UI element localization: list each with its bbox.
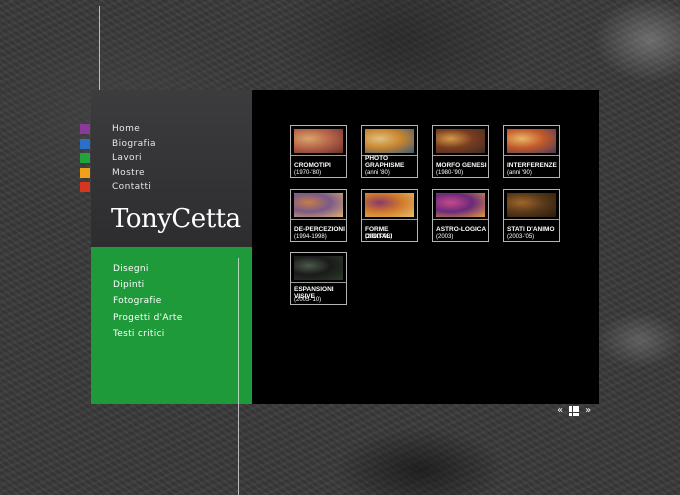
decorative-line: [238, 258, 239, 495]
thumb-title: MORFO GENESI: [436, 162, 487, 169]
previous-page-icon[interactable]: «: [557, 405, 563, 416]
site-logo[interactable]: TonyCetta: [111, 204, 241, 234]
nav-label: Mostre: [112, 167, 145, 178]
thumb-subtitle: (anni '90): [507, 170, 532, 176]
main-navigation: Home Biografia Lavori Mostre Contatti: [80, 122, 156, 195]
square-icon: [80, 182, 90, 193]
thumb-title: PHOTO GRAPHISME: [365, 155, 405, 169]
gallery-thumb-astro-logica[interactable]: ASTRO-LOGICA (2003): [432, 189, 489, 242]
nav-label: Biografia: [112, 138, 156, 149]
gallery-thumb-interferenze[interactable]: INTERFERENZE (anni '90): [503, 125, 560, 178]
thumb-title: CROMOTIPI: [294, 162, 331, 169]
thumb-subtitle: (1970-'80): [294, 170, 322, 176]
square-icon: [80, 124, 90, 135]
thumb-title: ASTRO-LOGICA: [436, 226, 487, 233]
gallery-thumb-stati-animo[interactable]: STATI D'ANIMO (2003-'05): [503, 189, 560, 242]
gallery-thumb-cromotipi[interactable]: CROMOTIPI (1970-'80): [290, 125, 347, 178]
gallery-thumb-photo-graphisme[interactable]: PHOTO GRAPHISME (anni '80): [361, 125, 418, 178]
nav-item-lavori[interactable]: Lavori: [80, 151, 156, 166]
gallery-thumb-de-percezioni[interactable]: DE-PERCEZIONI (1994-1998): [290, 189, 347, 242]
nav-label: Home: [112, 124, 141, 135]
nav-label: Contatti: [112, 182, 152, 193]
gallery-thumb-forme-digitali[interactable]: FORME DIGITALI (2000-'03): [361, 189, 418, 242]
sub-nav-progetti-arte[interactable]: Progetti d'Arte: [113, 313, 183, 329]
thumbnail-image: [365, 193, 414, 217]
thumb-title: INTERFERENZE: [507, 162, 557, 169]
square-icon: [80, 167, 90, 178]
gallery-pager: « »: [557, 405, 591, 416]
thumbnail-image: [436, 129, 485, 153]
thumbnail-image: [436, 193, 485, 217]
thumb-subtitle: (2003): [436, 234, 454, 240]
sub-navigation: Disegni Dipinti Fotografie Progetti d'Ar…: [113, 264, 183, 345]
divider: [291, 155, 346, 156]
divider: [362, 219, 417, 220]
square-icon: [80, 153, 90, 164]
thumbnail-image: [507, 129, 556, 153]
nav-item-mostre[interactable]: Mostre: [80, 166, 156, 181]
thumb-subtitle: (2000-'03): [365, 234, 393, 240]
sub-nav-disegni[interactable]: Disegni: [113, 264, 183, 280]
thumb-subtitle: (2005-'10): [294, 297, 322, 303]
gallery-thumb-morfo-genesi[interactable]: MORFO GENESI (1980-'90): [432, 125, 489, 178]
nav-item-biografia[interactable]: Biografia: [80, 137, 156, 152]
nav-label: Lavori: [112, 153, 142, 164]
thumb-subtitle: (2003-'05): [507, 234, 535, 240]
thumb-subtitle: (anni '80): [365, 170, 390, 176]
divider: [504, 219, 559, 220]
thumbnail-image: [294, 193, 343, 217]
nav-item-contatti[interactable]: Contatti: [80, 180, 156, 195]
divider: [504, 155, 559, 156]
divider: [291, 219, 346, 220]
thumbnail-image: [294, 129, 343, 153]
divider: [291, 282, 346, 283]
gallery-panel: CROMOTIPI (1970-'80) PHOTO GRAPHISME (an…: [252, 90, 599, 404]
nav-item-home[interactable]: Home: [80, 122, 156, 137]
thumb-title: STATI D'ANIMO: [507, 226, 555, 233]
sub-nav-fotografie[interactable]: Fotografie: [113, 296, 183, 312]
gallery-thumb-espansioni-visive[interactable]: ESPANSIONI VISIVE (2005-'10): [290, 252, 347, 305]
square-icon: [80, 138, 90, 149]
divider: [433, 219, 488, 220]
thumb-subtitle: (1994-1998): [294, 234, 327, 240]
thumbnail-image: [294, 256, 343, 280]
thumbnail-image: [365, 129, 414, 153]
thumb-subtitle: (1980-'90): [436, 170, 464, 176]
thumb-title: DE-PERCEZIONI: [294, 226, 345, 233]
sub-nav-dipinti[interactable]: Dipinti: [113, 280, 183, 296]
thumbnail-image: [507, 193, 556, 217]
divider: [433, 155, 488, 156]
sub-nav-testi-critici[interactable]: Testi critici: [113, 329, 183, 345]
next-page-icon[interactable]: »: [585, 405, 591, 416]
grid-view-icon[interactable]: [569, 405, 580, 416]
